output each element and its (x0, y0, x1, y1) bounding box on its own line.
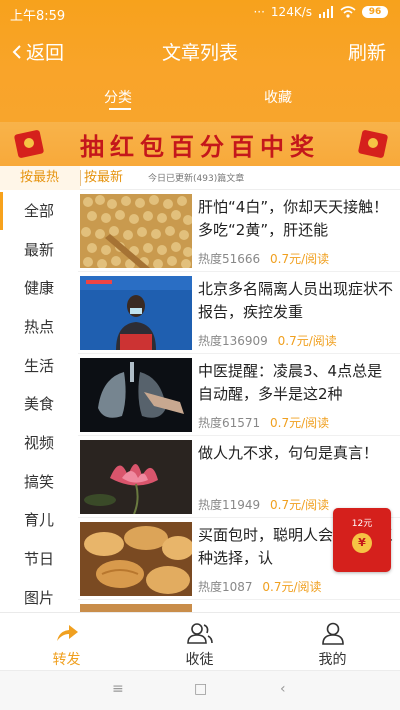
article-title: 中医提醒：凌晨3、4点总是自动醒，多半是这2种 (198, 362, 383, 403)
wifi-icon (340, 6, 356, 18)
category-item[interactable]: 美食 (0, 385, 78, 423)
article-thumbnail (80, 604, 192, 612)
page-title: 文章列表 (161, 42, 238, 64)
nav-apprentice[interactable]: 收徒 (133, 613, 266, 671)
system-nav-bar: ≡ □ ‹ (0, 670, 400, 710)
heat-count: 热度1087 (198, 580, 253, 594)
menu-icon[interactable]: ≡ (112, 681, 124, 697)
home-icon[interactable]: □ (194, 681, 207, 697)
press-conference-thumbnail (80, 276, 192, 350)
bread-thumbnail (80, 522, 192, 596)
article-meta: 热度51666 0.7元/阅读 (198, 250, 329, 267)
article-item[interactable]: 肝怕“4白”，你却天天接触！多吃“2黄”，肝还能 热度51666 0.7元/阅读 (78, 190, 400, 272)
category-item[interactable]: 全部 (0, 192, 78, 230)
status-right: ··· 124K/s 96 (253, 5, 388, 19)
nav-header: 返回 文章列表 刷新 (0, 30, 400, 74)
red-envelope-icon (14, 130, 44, 158)
lotus-thumbnail (80, 440, 192, 514)
network-speed: 124K/s (270, 5, 312, 19)
yuan-coin-icon: ¥ (352, 533, 372, 553)
category-item[interactable]: 生活 (0, 347, 78, 385)
nav-label: 收徒 (185, 652, 214, 668)
soybeans-thumbnail (80, 194, 192, 268)
top-header-area: 上午8:59 ··· 124K/s 96 返回 文章列表 刷新 分类 收藏 (0, 0, 400, 122)
read-price: 0.7元/阅读 (262, 580, 322, 594)
read-price: 0.7元/阅读 (277, 334, 337, 348)
apprentice-icon (186, 623, 213, 644)
read-price: 0.7元/阅读 (270, 498, 330, 512)
profile-icon (321, 622, 344, 645)
back-nav-icon[interactable]: ‹ (280, 681, 286, 697)
heat-count: 热度61571 (198, 416, 261, 430)
heat-count: 热度51666 (198, 252, 261, 266)
article-title: 做人九不求，句句是真言！ (198, 444, 379, 462)
heat-count: 热度136909 (198, 334, 268, 348)
read-price: 0.7元/阅读 (270, 416, 330, 430)
share-icon (56, 625, 78, 641)
sort-divider (80, 170, 81, 186)
red-envelope-icon (358, 130, 388, 158)
category-sidebar: 全部 最新 健康 热点 生活 美食 视频 搞笑 育儿 节日 图片 (0, 190, 78, 612)
heat-count: 热度11949 (198, 498, 261, 512)
category-item[interactable]: 健康 (0, 269, 78, 307)
tab-category[interactable]: 分类 (104, 87, 132, 107)
sort-by-newest[interactable]: 按最新 (84, 166, 123, 190)
signal-icon (319, 6, 333, 18)
read-price: 0.7元/阅读 (270, 252, 330, 266)
status-dots: ··· (253, 5, 265, 19)
refresh-button[interactable]: 刷新 (348, 38, 386, 65)
category-item[interactable]: 最新 (0, 231, 78, 269)
article-title: 肝怕“4白”，你却天天接触！多吃“2黄”，肝还能 (198, 198, 389, 239)
article-item[interactable]: 做人九不求，句句是真言！ 热度11949 0.7元/阅读 (78, 436, 400, 518)
updated-count-text: 今日已更新(493)篇文章 (148, 174, 245, 184)
article-item[interactable] (78, 600, 400, 612)
status-bar: 上午8:59 ··· 124K/s 96 (0, 0, 400, 26)
tab-favorites[interactable]: 收藏 (264, 87, 292, 107)
nav-label: 我的 (318, 652, 347, 668)
nav-label: 转发 (52, 652, 81, 668)
app-screen: 上午8:59 ··· 124K/s 96 返回 文章列表 刷新 分类 收藏 抽红… (0, 0, 400, 710)
nav-profile[interactable]: 我的 (266, 613, 399, 671)
status-time: 上午8:59 (10, 9, 66, 24)
banner-text: 抽红包百分百中奖 (80, 132, 320, 161)
sort-by-hot[interactable]: 按最热 (0, 166, 80, 190)
nav-share[interactable]: 转发 (0, 613, 133, 671)
article-meta: 热度61571 0.7元/阅读 (198, 414, 329, 431)
battery-icon: 96 (362, 6, 388, 18)
article-meta: 热度1087 0.7元/阅读 (198, 578, 322, 595)
active-tab-indicator (109, 108, 131, 110)
red-packet-button[interactable]: 12元 ¥ (333, 508, 391, 572)
category-item[interactable]: 育儿 (0, 501, 78, 539)
category-item[interactable]: 节日 (0, 540, 78, 578)
category-item[interactable]: 搞笑 (0, 463, 78, 501)
article-item[interactable]: 北京多名隔离人员出现症状不报告，疾控发重 热度136909 0.7元/阅读 (78, 272, 400, 354)
article-item[interactable]: 中医提醒：凌晨3、4点总是自动醒，多半是这2种 热度61571 0.7元/阅读 (78, 354, 400, 436)
lungs-thumbnail (80, 358, 192, 432)
category-item[interactable]: 热点 (0, 308, 78, 346)
sort-bar: 按最热 按最新 今日已更新(493)篇文章 (0, 166, 400, 190)
lucky-draw-banner[interactable]: 抽红包百分百中奖 (0, 122, 400, 166)
bottom-nav: 转发 收徒 我的 (0, 612, 400, 670)
tab-bar: 分类 收藏 (0, 84, 400, 120)
article-meta: 热度11949 0.7元/阅读 (198, 496, 329, 513)
category-item[interactable]: 视频 (0, 424, 78, 462)
red-packet-amount: 12元 (351, 519, 373, 529)
article-meta: 热度136909 0.7元/阅读 (198, 332, 337, 349)
article-title: 北京多名隔离人员出现症状不报告，疾控发重 (198, 280, 394, 321)
